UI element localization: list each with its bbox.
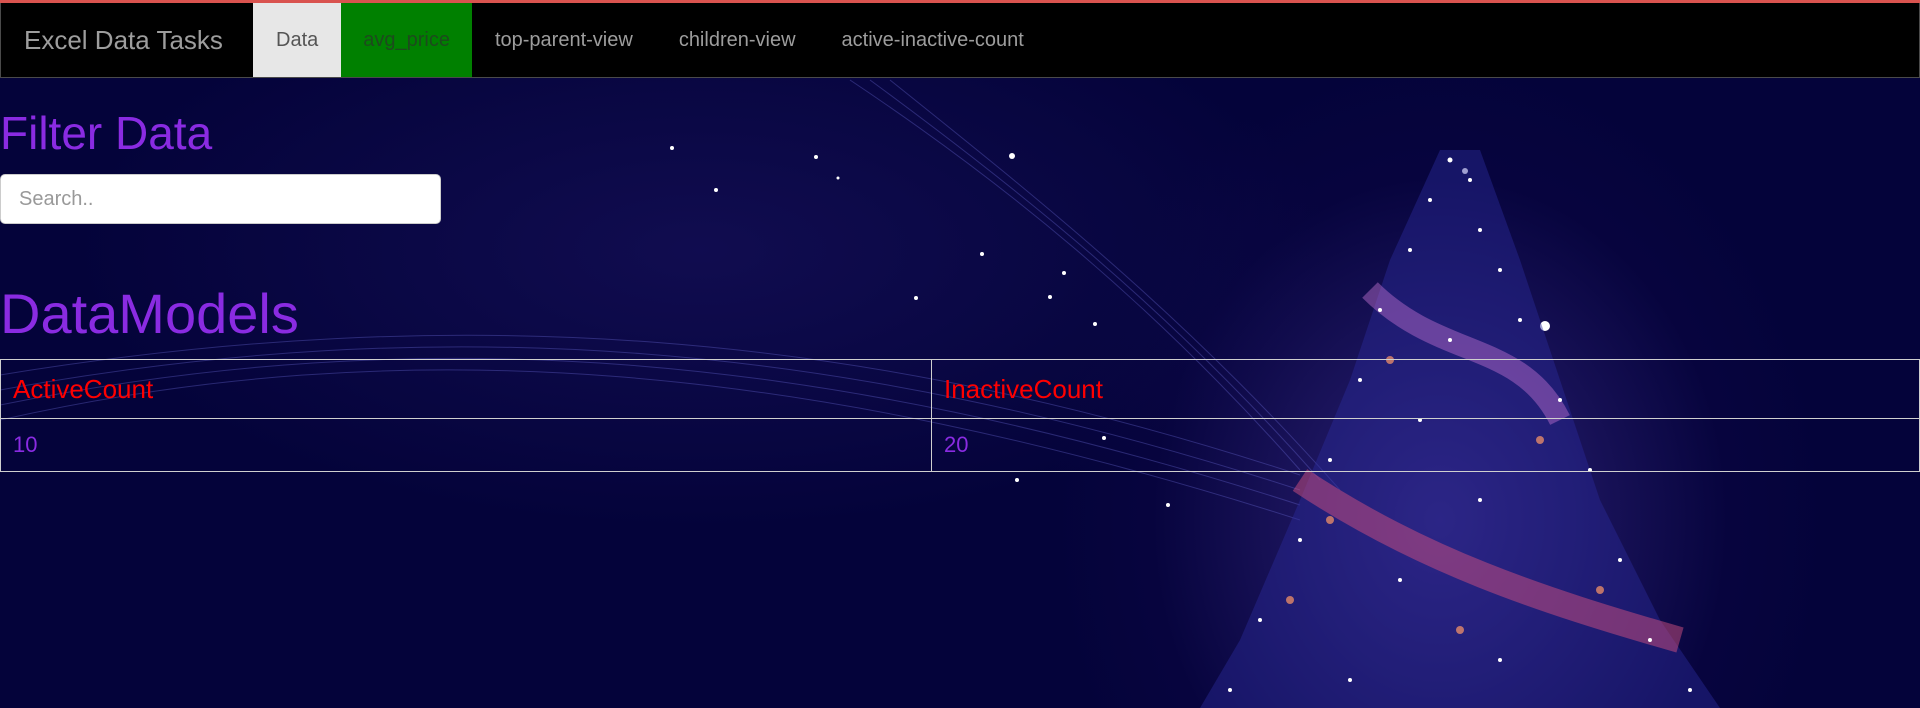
nav-item-active-inactive-count[interactable]: active-inactive-count xyxy=(819,3,1047,77)
nav-item-avg-price[interactable]: avg_price xyxy=(341,3,472,77)
cell-inactivecount: 20 xyxy=(931,418,1920,472)
nav-item-data[interactable]: Data xyxy=(253,3,342,77)
search-input[interactable] xyxy=(0,174,441,224)
cell-activecount: 10 xyxy=(0,418,932,472)
navbar: Excel Data Tasks Data avg_price top-pare… xyxy=(0,3,1920,78)
navbar-brand[interactable]: Excel Data Tasks xyxy=(1,3,253,77)
nav-item-top-parent-view[interactable]: top-parent-view xyxy=(472,3,656,77)
datamodels-heading: DataModels xyxy=(0,282,299,345)
filter-heading: Filter Data xyxy=(0,107,213,159)
nav-item-children-view[interactable]: children-view xyxy=(656,3,819,77)
christmas-background-image xyxy=(0,79,1720,708)
table-header-row: ActiveCount InactiveCount xyxy=(0,359,1920,419)
data-table: ActiveCount InactiveCount 10 20 xyxy=(0,359,1920,472)
column-header-activecount: ActiveCount xyxy=(0,359,932,419)
column-header-inactivecount: InactiveCount xyxy=(931,359,1920,419)
table-row: 10 20 xyxy=(0,418,1920,472)
